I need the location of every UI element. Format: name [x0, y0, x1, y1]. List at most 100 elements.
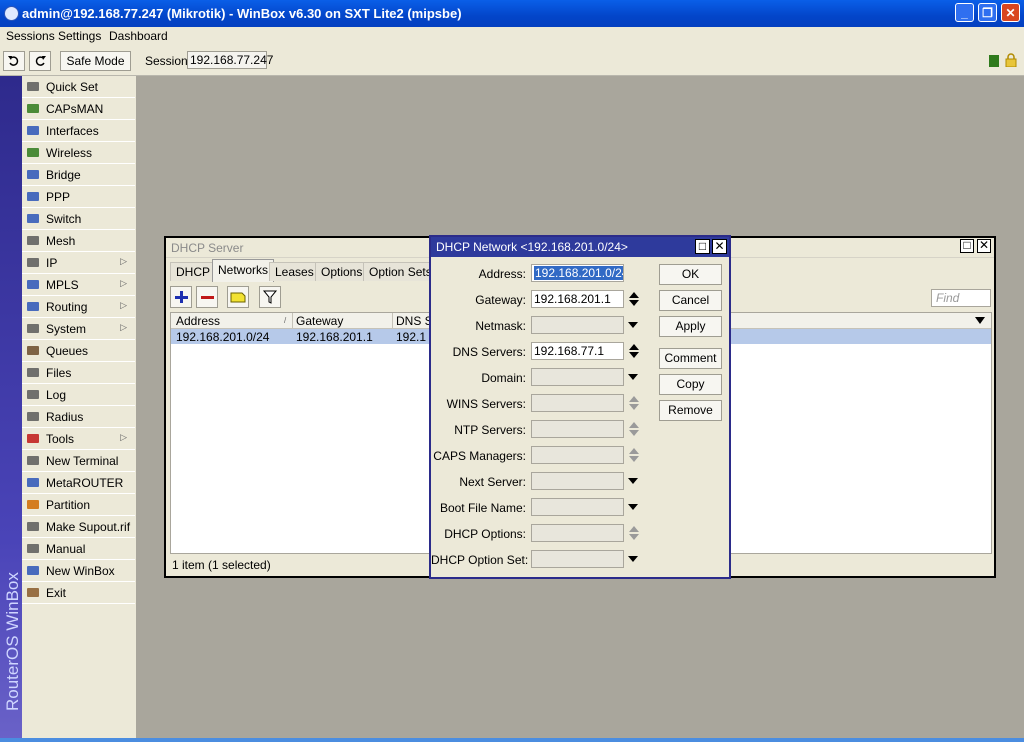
sidebar-item-files[interactable]: Files: [22, 362, 135, 384]
tab-dhcp[interactable]: DHCP: [170, 262, 217, 281]
address-input[interactable]: 192.168.201.0/24: [531, 264, 624, 282]
sidebar-item-new-terminal[interactable]: New Terminal: [22, 450, 135, 472]
caps-managers-input[interactable]: [531, 446, 624, 464]
wins-servers-input[interactable]: [531, 394, 624, 412]
maximize-button[interactable]: □: [960, 239, 974, 253]
close-button[interactable]: ✕: [712, 239, 727, 254]
gateway-input[interactable]: 192.168.201.1: [531, 290, 624, 308]
sidebar-item-make-supout-rif[interactable]: Make Supout.rif: [22, 516, 135, 538]
sidebar-item-ip[interactable]: IP ▷: [22, 252, 135, 274]
dialog-titlebar[interactable]: DHCP Network <192.168.201.0/24> □ ✕: [431, 237, 729, 257]
remove-button[interactable]: Remove: [659, 400, 722, 421]
filter-button[interactable]: [259, 286, 281, 308]
add-button[interactable]: [170, 286, 192, 308]
dhcp-options-input[interactable]: [531, 524, 624, 542]
tab-options[interactable]: Options: [315, 262, 369, 281]
sidebar-item-routing[interactable]: Routing ▷: [22, 296, 135, 318]
sidebar-item-label: Switch: [46, 212, 82, 226]
sidebar-nav: Quick Set CAPsMAN Interfaces Wireless Bridge…: [22, 76, 135, 604]
gear-icon: [26, 322, 40, 335]
submenu-arrow-icon: ▷: [120, 432, 127, 442]
field-value: 192.168.201.0/24: [534, 266, 623, 280]
close-button[interactable]: ✕: [977, 239, 991, 253]
undo-icon: [8, 56, 19, 66]
sidebar-item-log[interactable]: Log: [22, 384, 135, 406]
column-gateway[interactable]: Gateway: [296, 314, 343, 328]
sidebar-item-switch[interactable]: Switch: [22, 208, 135, 230]
dropdown-arrow-icon[interactable]: [628, 322, 638, 328]
sidebar-item-label: Wireless: [46, 146, 93, 160]
apply-button[interactable]: Apply: [659, 316, 722, 337]
minimize-button[interactable]: _: [955, 3, 974, 22]
field-row-caps-managers: CAPS Managers:: [431, 446, 731, 468]
up-down-arrows-icon[interactable]: [629, 447, 639, 463]
manual-icon: [26, 542, 40, 555]
boot-file-name-input[interactable]: [531, 498, 624, 516]
sidebar-item-mpls[interactable]: MPLS ▷: [22, 274, 135, 296]
sidebar-item-queues[interactable]: Queues: [22, 340, 135, 362]
comment-button[interactable]: Comment: [659, 348, 722, 369]
safe-mode-button[interactable]: Safe Mode: [60, 51, 131, 71]
field-row-dhcp-options: DHCP Options:: [431, 524, 731, 546]
dropdown-arrow-icon[interactable]: [628, 556, 638, 562]
field-value: 192.168.77.1: [534, 344, 605, 358]
close-button[interactable]: ✕: [1001, 3, 1020, 22]
menu-dashboard[interactable]: Dashboard: [109, 29, 168, 43]
sidebar-item-new-winbox[interactable]: New WinBox: [22, 560, 135, 582]
field-label: Netmask:: [475, 319, 526, 333]
field-label: Boot File Name:: [439, 501, 526, 515]
restore-button[interactable]: ❐: [978, 3, 997, 22]
menu-settings[interactable]: Settings: [58, 29, 101, 43]
sidebar-item-quick-set[interactable]: Quick Set: [22, 76, 135, 98]
sidebar-item-label: MPLS: [46, 278, 79, 292]
undo-button[interactable]: [3, 51, 25, 71]
dropdown-arrow-icon[interactable]: [628, 504, 638, 510]
sidebar-item-interfaces[interactable]: Interfaces: [22, 120, 135, 142]
maximize-button[interactable]: □: [695, 239, 710, 254]
tab-networks[interactable]: Networks: [212, 259, 275, 282]
sidebar-item-manual[interactable]: Manual: [22, 538, 135, 560]
remove-button[interactable]: [196, 286, 218, 308]
up-down-arrows-icon[interactable]: [629, 525, 639, 541]
column-dns[interactable]: DNS S: [396, 314, 433, 328]
up-down-arrows-icon[interactable]: [629, 291, 639, 307]
copy-button[interactable]: Copy: [659, 374, 722, 395]
sidebar-item-wireless[interactable]: Wireless: [22, 142, 135, 164]
sidebar-item-tools[interactable]: Tools ▷: [22, 428, 135, 450]
sidebar-item-radius[interactable]: Radius: [22, 406, 135, 428]
sidebar-item-ppp[interactable]: PPP: [22, 186, 135, 208]
sidebar-item-partition[interactable]: Partition: [22, 494, 135, 516]
tab-option-sets[interactable]: Option Sets: [363, 262, 438, 281]
up-down-arrows-icon[interactable]: [629, 421, 639, 437]
submenu-arrow-icon: ▷: [120, 278, 127, 288]
sidebar-item-exit[interactable]: Exit: [22, 582, 135, 604]
menu-sessions[interactable]: Sessions: [6, 29, 55, 43]
domain-input[interactable]: [531, 368, 624, 386]
dns-servers-input[interactable]: 192.168.77.1: [531, 342, 624, 360]
columns-menu-icon[interactable]: [975, 317, 985, 324]
find-input[interactable]: Find: [931, 289, 991, 307]
sidebar-item-mesh[interactable]: Mesh: [22, 230, 135, 252]
sidebar-item-metarouter[interactable]: MetaROUTER: [22, 472, 135, 494]
sidebar-item-label: Tools: [46, 432, 75, 446]
ok-button[interactable]: OK: [659, 264, 722, 285]
column-address[interactable]: Address: [176, 314, 220, 328]
dropdown-arrow-icon[interactable]: [628, 374, 638, 380]
comment-button[interactable]: [227, 286, 249, 308]
redo-button[interactable]: [29, 51, 51, 71]
sidebar-item-capsman[interactable]: CAPsMAN: [22, 98, 135, 120]
dhcp-option-set-input[interactable]: [531, 550, 624, 568]
up-down-arrows-icon[interactable]: [629, 395, 639, 411]
terminal-icon: [26, 454, 40, 467]
session-field[interactable]: 192.168.77.247: [187, 51, 273, 69]
sidebar-item-bridge[interactable]: Bridge: [22, 164, 135, 186]
sidebar-item-system[interactable]: System ▷: [22, 318, 135, 340]
dropdown-arrow-icon[interactable]: [628, 478, 638, 484]
cancel-button[interactable]: Cancel: [659, 290, 722, 311]
next-server-input[interactable]: [531, 472, 624, 490]
ntp-servers-input[interactable]: [531, 420, 624, 438]
up-down-arrows-icon[interactable]: [629, 343, 639, 359]
sidebar: RouterOS WinBox Quick Set CAPsMAN Interfac…: [0, 76, 137, 740]
tab-leases[interactable]: Leases: [269, 262, 320, 281]
netmask-input[interactable]: [531, 316, 624, 334]
